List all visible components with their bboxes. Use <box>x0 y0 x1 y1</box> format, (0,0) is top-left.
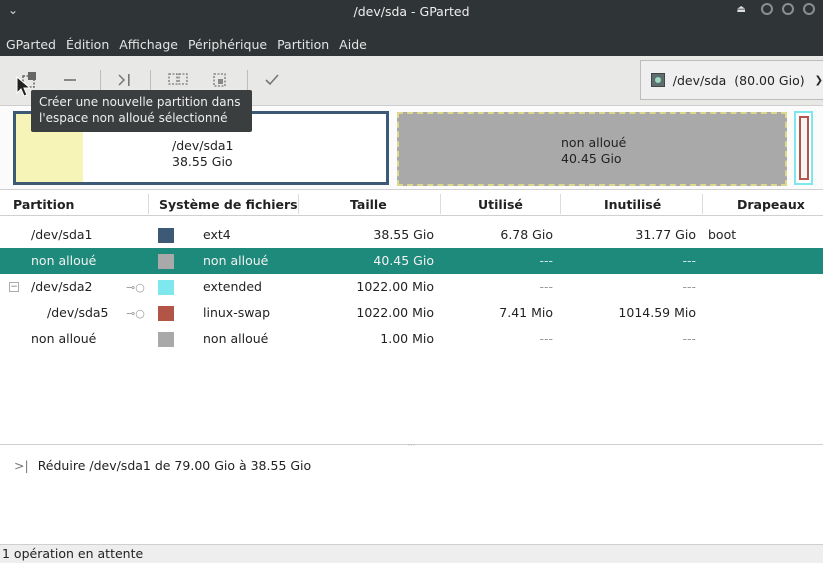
menu-bar: GParted Édition Affichage Périphérique P… <box>0 32 823 56</box>
collapse-expander-icon[interactable]: − <box>9 282 19 292</box>
tooltip-line: Créer une nouvelle partition dans <box>39 95 241 109</box>
resize-move-icon[interactable] <box>112 69 136 91</box>
cell-filesystem: linux-swap <box>203 305 271 320</box>
chevron-down-icon: ❯ <box>814 74 823 86</box>
operation-text: Réduire /dev/sda1 de 79.00 Gio à 38.55 G… <box>37 458 312 473</box>
table-row[interactable]: /dev/sda1 ext4 38.55 Gio 6.78 Gio 31.77 … <box>0 222 823 248</box>
cell-used: --- <box>539 279 553 294</box>
table-header: Partition Système de fichiers Taille Uti… <box>0 192 823 216</box>
cell-size: 1022.00 Mio <box>356 279 434 294</box>
cell-size: 38.55 Gio <box>373 227 434 242</box>
cell-used: --- <box>539 331 553 346</box>
menu-edition[interactable]: Édition <box>63 37 116 52</box>
partition-block-name: non alloué <box>561 135 627 150</box>
mouse-pointer-icon <box>16 75 32 101</box>
cell-partition: /dev/sda1 <box>31 227 93 242</box>
partition-block-size: 40.45 Gio <box>561 151 622 166</box>
partition-block-name: /dev/sda1 <box>172 138 234 153</box>
disk-icon <box>651 73 665 87</box>
cell-filesystem: non alloué <box>203 331 269 346</box>
cell-unused: --- <box>682 253 696 268</box>
filesystem-color-swatch <box>158 280 174 295</box>
partition-block-size: 38.55 Gio <box>172 154 233 169</box>
partition-block-unallocated[interactable]: non alloué 40.45 Gio <box>397 112 787 186</box>
cell-size: 1022.00 Mio <box>356 305 434 320</box>
toolbar-separator <box>247 70 248 92</box>
device-select[interactable]: /dev/sda (80.00 Gio) ❯ <box>640 60 823 100</box>
cell-size: 1.00 Mio <box>380 331 434 346</box>
cell-flags: boot <box>708 227 737 242</box>
menu-aide[interactable]: Aide <box>336 37 374 52</box>
minimize-button[interactable] <box>761 3 773 15</box>
operation-item[interactable]: >| Réduire /dev/sda1 de 79.00 Gio à 38.5… <box>14 458 311 473</box>
window-title: /dev/sda - GParted <box>353 4 470 19</box>
table-row-selected[interactable]: non alloué non alloué 40.45 Gio --- --- <box>0 248 823 274</box>
cell-unused: --- <box>682 331 696 346</box>
column-header-partition[interactable]: Partition <box>13 197 74 212</box>
paste-partition-icon[interactable] <box>208 69 232 91</box>
close-button[interactable] <box>803 3 815 15</box>
filesystem-color-swatch <box>158 228 174 243</box>
resize-operation-icon: >| <box>14 458 29 473</box>
menu-partition[interactable]: Partition <box>274 37 336 52</box>
filesystem-color-swatch <box>158 332 174 347</box>
cell-filesystem: non alloué <box>203 253 269 268</box>
cell-used: 6.78 Gio <box>500 227 553 242</box>
toolbar-separator <box>100 70 101 92</box>
cell-unused: 31.77 Gio <box>635 227 696 242</box>
device-select-value: /dev/sda (80.00 Gio) <box>672 72 805 88</box>
menu-peripherique[interactable]: Périphérique <box>185 37 274 52</box>
cell-used: 7.41 Mio <box>499 305 553 320</box>
maximize-button[interactable] <box>782 3 794 15</box>
table-row[interactable]: non alloué non alloué 1.00 Mio --- --- <box>0 326 823 352</box>
cell-partition: /dev/sda2 <box>31 279 93 294</box>
partition-block-extended[interactable] <box>794 111 813 185</box>
delete-partition-icon[interactable] <box>58 69 82 91</box>
apply-checkmark-icon[interactable] <box>260 69 284 91</box>
partition-block-swap[interactable] <box>799 116 809 180</box>
cell-filesystem: ext4 <box>203 227 231 242</box>
table-row[interactable]: /dev/sda5 ⊸○ linux-swap 1022.00 Mio 7.41… <box>0 300 823 326</box>
status-bar: 1 opération en attente <box>0 544 823 563</box>
column-header-filesystem[interactable]: Système de fichiers <box>159 197 298 212</box>
tooltip: Créer une nouvelle partition dans l'espa… <box>31 90 252 132</box>
menu-gparted[interactable]: GParted <box>3 37 63 52</box>
pending-operations-list: >| Réduire /dev/sda1 de 79.00 Gio à 38.5… <box>0 448 823 544</box>
key-icon: ⊸○ <box>126 281 145 294</box>
column-header-used[interactable]: Utilisé <box>478 197 523 212</box>
menu-affichage[interactable]: Affichage <box>116 37 185 52</box>
cell-filesystem: extended <box>203 279 262 294</box>
copy-partition-icon[interactable] <box>166 69 190 91</box>
table-row[interactable]: − /dev/sda2 ⊸○ extended 1022.00 Mio --- … <box>0 274 823 300</box>
partition-table: Partition Système de fichiers Taille Uti… <box>0 192 823 444</box>
filesystem-color-swatch <box>158 306 174 321</box>
tooltip-line: l'espace non alloué sélectionné <box>39 111 228 125</box>
cell-size: 40.45 Gio <box>373 253 434 268</box>
cell-unused: 1014.59 Mio <box>618 305 696 320</box>
column-header-size[interactable]: Taille <box>350 197 387 212</box>
column-header-unused[interactable]: Inutilisé <box>604 197 661 212</box>
title-bar: ⌄ /dev/sda - GParted ⏏ <box>0 0 823 32</box>
cell-partition: /dev/sda5 <box>47 305 109 320</box>
column-header-flags[interactable]: Drapeaux <box>737 197 805 212</box>
cell-unused: --- <box>682 279 696 294</box>
cell-used: --- <box>539 253 553 268</box>
eject-icon[interactable]: ⏏ <box>737 4 746 15</box>
cell-partition: non alloué <box>31 253 97 268</box>
cell-partition: non alloué <box>31 331 97 346</box>
key-icon: ⊸○ <box>126 307 145 320</box>
filesystem-color-swatch <box>158 254 174 269</box>
toolbar-separator <box>150 70 151 92</box>
